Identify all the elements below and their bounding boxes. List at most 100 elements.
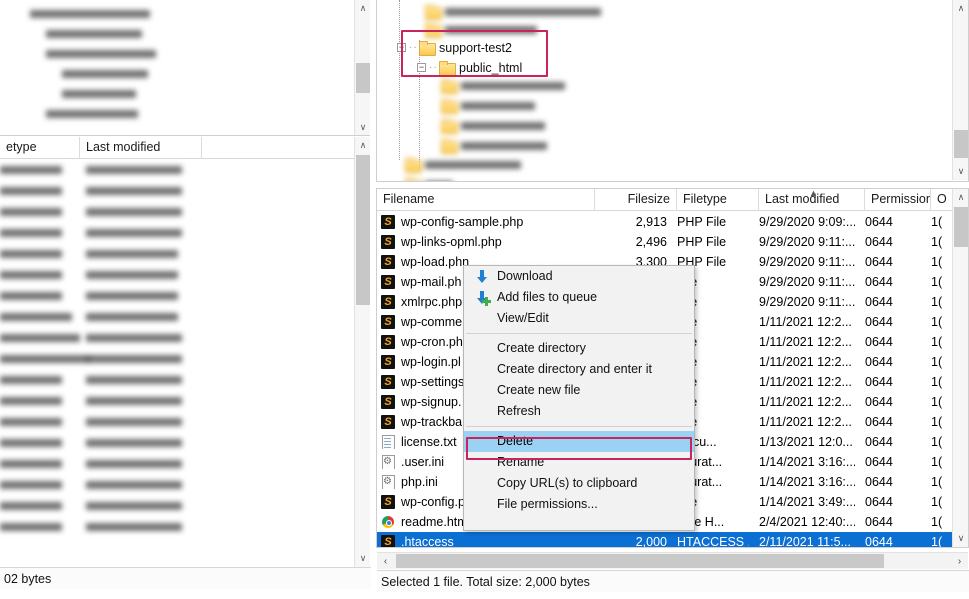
menu-item-download[interactable]: Download bbox=[464, 266, 694, 287]
menu-item-label: Create new file bbox=[497, 383, 581, 397]
menu-item-label: File permissions... bbox=[497, 497, 598, 511]
hscrollbar-thumb[interactable] bbox=[396, 554, 884, 568]
local-table-row[interactable] bbox=[0, 244, 356, 265]
scroll-down-arrow-icon[interactable]: ∨ bbox=[953, 163, 968, 180]
scroll-down-arrow-icon[interactable]: ∨ bbox=[953, 530, 968, 547]
scroll-up-arrow-icon[interactable]: ∧ bbox=[355, 0, 370, 17]
local-cell-filetype bbox=[0, 439, 62, 447]
local-list-scrollbar[interactable]: ∧ ∨ bbox=[354, 137, 370, 567]
menu-item-copy-url-s-to-clipboard[interactable]: Copy URL(s) to clipboard bbox=[464, 473, 694, 494]
local-tree-scrollbar[interactable]: ∧ ∨ bbox=[354, 0, 370, 135]
menu-item-add-files-to-queue[interactable]: Add files to queue bbox=[464, 287, 694, 308]
local-column-filetype[interactable]: etype bbox=[0, 137, 80, 159]
local-table-row[interactable] bbox=[0, 328, 356, 349]
column-last-modified[interactable]: Last modified ▲ bbox=[759, 189, 865, 211]
remote-tree-node-public-html[interactable]: − ·· public_html bbox=[417, 58, 522, 77]
scroll-up-arrow-icon[interactable]: ∧ bbox=[953, 0, 968, 17]
local-table-row[interactable] bbox=[0, 412, 356, 433]
local-cell-modified bbox=[86, 166, 182, 174]
local-column-last-modified[interactable]: Last modified bbox=[80, 137, 202, 159]
local-table-row[interactable] bbox=[0, 265, 356, 286]
filename-text: xmlrpc.php bbox=[401, 295, 463, 309]
local-table-row[interactable] bbox=[0, 286, 356, 307]
column-filename[interactable]: Filename bbox=[377, 189, 595, 211]
local-table-row[interactable] bbox=[0, 496, 356, 517]
remote-tree-node-label bbox=[425, 160, 521, 169]
remote-tree-node-blurred[interactable] bbox=[405, 175, 453, 181]
scroll-up-arrow-icon[interactable]: ∧ bbox=[355, 137, 370, 154]
local-table-row[interactable] bbox=[0, 475, 356, 496]
remote-tree-node-blurred[interactable] bbox=[441, 136, 547, 155]
local-cell-modified bbox=[86, 376, 182, 384]
menu-item-view-edit[interactable]: View/Edit bbox=[464, 308, 694, 329]
chrome-html-icon bbox=[381, 515, 396, 529]
local-table-row[interactable] bbox=[0, 307, 356, 328]
local-directory-tree[interactable]: ∧ ∨ bbox=[0, 0, 370, 136]
scrollbar-thumb[interactable] bbox=[954, 130, 968, 158]
table-row[interactable]: .htaccess 2,000 HTACCESS ... 2/11/2021 11:5… bbox=[377, 532, 954, 548]
scroll-right-arrow-icon[interactable]: › bbox=[951, 553, 968, 569]
remote-tree-node-blurred[interactable] bbox=[441, 96, 535, 115]
local-table-row[interactable] bbox=[0, 349, 356, 370]
cell-permissions: 0644 bbox=[865, 435, 893, 449]
local-table-row[interactable] bbox=[0, 160, 356, 181]
scrollbar-thumb[interactable] bbox=[954, 207, 968, 247]
local-table-row[interactable] bbox=[0, 181, 356, 202]
local-cell-filetype bbox=[0, 460, 62, 468]
menu-item-rename[interactable]: Rename bbox=[464, 452, 694, 473]
cell-filename: .htaccess bbox=[381, 535, 595, 547]
remote-tree-node-blurred[interactable] bbox=[405, 155, 521, 174]
php-file-icon bbox=[381, 295, 396, 309]
collapse-toggle-icon[interactable]: − bbox=[397, 43, 406, 52]
collapse-toggle-icon[interactable]: − bbox=[417, 63, 426, 72]
menu-item-create-directory-and-enter-it[interactable]: Create directory and enter it bbox=[464, 359, 694, 380]
column-filetype[interactable]: Filetype bbox=[677, 189, 759, 211]
scroll-down-arrow-icon[interactable]: ∨ bbox=[355, 119, 370, 135]
local-table-row[interactable] bbox=[0, 391, 356, 412]
local-table-row[interactable] bbox=[0, 517, 356, 538]
local-status-bar: 02 bytes bbox=[0, 567, 371, 589]
column-permissions[interactable]: Permissions bbox=[865, 189, 931, 211]
remote-list-scrollbar[interactable]: ∧ ∨ bbox=[952, 189, 968, 547]
table-row[interactable]: wp-links-opml.php 2,496 PHP File 9/29/2020 … bbox=[377, 232, 954, 252]
cell-permissions: 0644 bbox=[865, 355, 893, 369]
table-row[interactable]: wp-config-sample.php 2,913 PHP File 9/29/20… bbox=[377, 212, 954, 232]
menu-item-refresh[interactable]: Refresh bbox=[464, 401, 694, 422]
context-menu[interactable]: Download Add files to queue View/Edit Creat… bbox=[463, 265, 695, 531]
menu-item-create-directory[interactable]: Create directory bbox=[464, 338, 694, 359]
column-filesize[interactable]: Filesize bbox=[595, 189, 677, 211]
local-table-row[interactable] bbox=[0, 223, 356, 244]
local-table-row[interactable] bbox=[0, 433, 356, 454]
filename-text: wp-settings bbox=[401, 375, 465, 389]
remote-tree-node-blurred[interactable] bbox=[441, 76, 565, 95]
remote-tree-scrollbar[interactable]: ∧ ∨ bbox=[952, 0, 968, 180]
tree-dots: ·· bbox=[429, 62, 438, 73]
cell-filesize: 2,496 bbox=[635, 235, 667, 249]
local-table-row[interactable] bbox=[0, 370, 356, 391]
cell-permissions: 0644 bbox=[865, 215, 893, 229]
remote-directory-tree[interactable]: − ·· support-test2− ·· public_html ∧ ∨ bbox=[376, 0, 969, 182]
scroll-left-arrow-icon[interactable]: ‹ bbox=[377, 553, 394, 569]
local-file-list[interactable]: etype Last modified ∧ ∨ bbox=[0, 137, 370, 567]
cell-filesize: 2,000 bbox=[635, 535, 667, 548]
local-table-row[interactable] bbox=[0, 202, 356, 223]
remote-tree-node-support-test2[interactable]: − ·· support-test2 bbox=[397, 38, 512, 57]
scrollbar-thumb[interactable] bbox=[356, 155, 370, 305]
remote-list-horizontal-scrollbar[interactable]: ‹ › bbox=[377, 552, 968, 569]
column-owner[interactable]: O bbox=[931, 189, 954, 211]
menu-item-file-permissions[interactable]: File permissions... bbox=[464, 494, 694, 515]
scroll-up-arrow-icon[interactable]: ∧ bbox=[953, 189, 968, 206]
remote-tree-node-blurred[interactable] bbox=[441, 116, 545, 135]
remote-tree-node-blurred[interactable] bbox=[425, 20, 537, 39]
menu-item-delete[interactable]: Delete bbox=[464, 431, 694, 452]
local-column-empty[interactable] bbox=[202, 137, 354, 159]
scrollbar-thumb[interactable] bbox=[356, 63, 370, 93]
cell-permissions: 0644 bbox=[865, 455, 893, 469]
scroll-down-arrow-icon[interactable]: ∨ bbox=[355, 550, 370, 567]
menu-item-create-new-file[interactable]: Create new file bbox=[464, 380, 694, 401]
local-table-row[interactable] bbox=[0, 454, 356, 475]
local-cell-filetype bbox=[0, 271, 62, 279]
remote-tree-node-label bbox=[461, 101, 535, 110]
remote-tree-node-blurred[interactable] bbox=[425, 2, 601, 21]
cell-filename: wp-config-sample.php bbox=[381, 215, 595, 229]
